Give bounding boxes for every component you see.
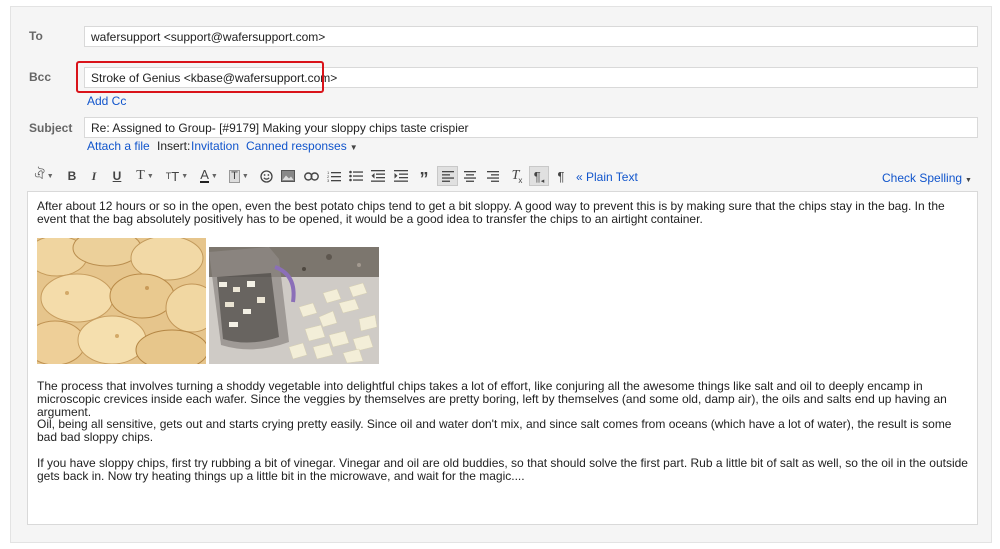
chevron-down-icon: ▼ bbox=[349, 143, 358, 152]
numbered-list-icon[interactable]: 123 bbox=[326, 167, 342, 185]
rtl-icon[interactable]: ¶ ◂ bbox=[529, 166, 549, 186]
align-right-icon[interactable] bbox=[485, 167, 501, 185]
quote-icon[interactable]: ” bbox=[416, 167, 432, 188]
svg-text:3: 3 bbox=[327, 178, 330, 182]
align-center-icon[interactable] bbox=[462, 167, 478, 185]
message-paragraph: The process that involves turning a shod… bbox=[37, 379, 947, 419]
emoji-icon[interactable] bbox=[258, 167, 274, 185]
potato-chips-photo bbox=[37, 238, 206, 364]
indent-more-icon[interactable] bbox=[393, 167, 409, 185]
canned-responses-label: Canned responses bbox=[246, 139, 347, 153]
to-label: To bbox=[29, 29, 43, 43]
bold-icon[interactable]: B bbox=[64, 167, 80, 185]
message-body[interactable]: After about 12 hours or so in the open, … bbox=[27, 191, 978, 525]
font-size-icon[interactable]: T T ▼ bbox=[163, 167, 191, 185]
input-tools-icon[interactable]: ঐ ▼ bbox=[32, 167, 56, 185]
text-color-icon[interactable]: A ▼ bbox=[196, 167, 222, 185]
font-icon[interactable]: T ▼ bbox=[133, 167, 157, 185]
check-spelling-link[interactable]: Check Spelling ▼ bbox=[882, 171, 972, 185]
insert-label: Insert: bbox=[157, 139, 191, 153]
highlight-color-icon[interactable]: T ▼ bbox=[226, 167, 252, 185]
message-paragraph: After about 12 hours or so in the open, … bbox=[37, 199, 945, 226]
underline-icon[interactable]: U bbox=[109, 167, 125, 185]
align-left-icon[interactable] bbox=[437, 166, 458, 186]
attach-file-link[interactable]: Attach a file bbox=[87, 139, 150, 153]
bulleted-list-icon[interactable] bbox=[348, 167, 364, 185]
image-icon[interactable] bbox=[280, 167, 296, 185]
bcc-highlight-box bbox=[76, 61, 324, 93]
chopped-chips-measuring-cup-photo bbox=[209, 247, 379, 364]
add-cc-link[interactable]: Add Cc bbox=[87, 94, 126, 108]
message-paragraph: Oil, being all sensitive, gets out and s… bbox=[37, 417, 952, 444]
chevron-down-icon: ▼ bbox=[965, 177, 972, 184]
link-icon[interactable] bbox=[302, 167, 320, 185]
plain-text-link[interactable]: « Plain Text bbox=[576, 170, 638, 184]
indent-less-icon[interactable] bbox=[370, 167, 386, 185]
bcc-label: Bcc bbox=[29, 70, 52, 84]
canned-responses-link[interactable]: Canned responses ▼ bbox=[246, 139, 358, 153]
remove-formatting-icon[interactable]: Tx bbox=[508, 167, 526, 185]
subject-label: Subject bbox=[29, 121, 73, 135]
subject-field[interactable]: Re: Assigned to Group- [#9179] Making yo… bbox=[84, 117, 978, 138]
message-paragraph: If you have sloppy chips, first try rubb… bbox=[37, 456, 968, 483]
to-field[interactable]: wafersupport <support@wafersupport.com> bbox=[84, 26, 978, 47]
check-spelling-label: Check Spelling bbox=[882, 171, 963, 185]
italic-icon[interactable]: I bbox=[86, 167, 102, 185]
ltr-icon[interactable]: ¶ bbox=[553, 167, 569, 185]
invitation-link[interactable]: Invitation bbox=[191, 139, 239, 153]
